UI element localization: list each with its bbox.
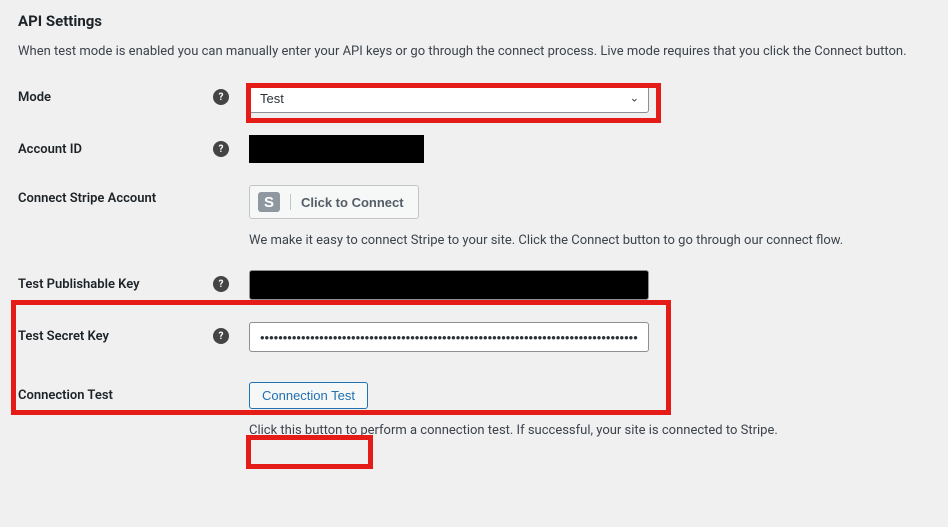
button-divider [290,194,291,210]
help-icon[interactable]: ? [213,328,229,344]
connect-button-label: Click to Connect [301,195,404,210]
keys-group: Test Publishable Key ? Test Secret Key ? [18,258,930,364]
account-id-value-redacted [249,135,424,163]
row-connect: Connect Stripe Account S Click to Connec… [18,185,930,248]
section-intro: When test mode is enabled you can manual… [18,44,930,59]
api-settings-panel: API Settings When test mode is enabled y… [18,12,930,438]
help-icon[interactable]: ? [213,141,229,157]
mode-label: Mode [18,90,51,105]
publishable-key-label: Test Publishable Key [18,277,140,292]
section-heading: API Settings [18,12,930,30]
secret-key-input[interactable] [249,322,649,352]
connection-test-label: Connection Test [18,388,113,403]
row-secret-key: Test Secret Key ? [18,322,930,352]
connection-test-description: Click this button to perform a connectio… [249,423,930,438]
row-account-id: Account ID ? [18,135,930,163]
connection-test-button[interactable]: Connection Test [249,382,368,409]
highlight-connection-test [246,435,373,469]
help-icon[interactable]: ? [213,276,229,292]
connect-stripe-button[interactable]: S Click to Connect [249,185,419,219]
mode-select[interactable]: Test [249,83,649,113]
help-icon[interactable]: ? [213,89,229,105]
row-publishable-key: Test Publishable Key ? [18,270,930,300]
row-connection-test: Connection Test Connection Test Click th… [18,382,930,438]
secret-key-label: Test Secret Key [18,329,109,344]
row-mode: Mode ? Test ⌄ [18,83,930,113]
publishable-key-input[interactable] [249,270,649,300]
connect-label: Connect Stripe Account [18,191,156,206]
connect-description: We make it easy to connect Stripe to you… [249,233,930,248]
account-id-label: Account ID [18,142,82,157]
stripe-logo-icon: S [258,192,280,212]
